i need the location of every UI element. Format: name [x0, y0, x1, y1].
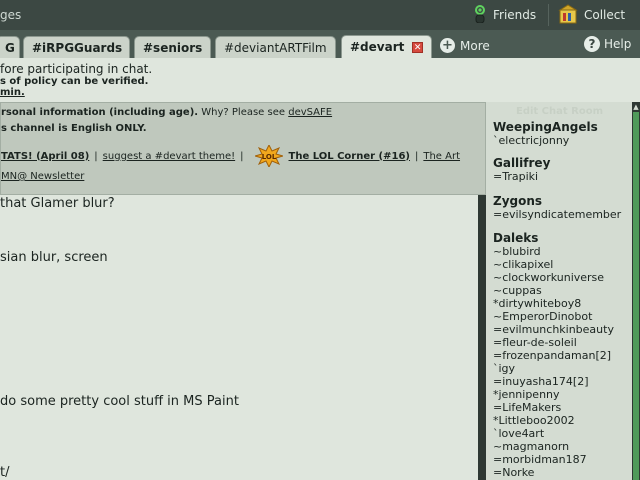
- help-icon: ?: [584, 36, 600, 52]
- lol-corner-link[interactable]: The LOL Corner (#16): [289, 151, 410, 162]
- user-group-title: Zygons: [493, 194, 543, 208]
- tab-label: #deviantARTFilm: [224, 40, 327, 55]
- user-list-item[interactable]: =Norke: [493, 466, 534, 479]
- tab-label: #devart: [350, 40, 405, 54]
- stats-link[interactable]: TATS! (April 08): [1, 151, 89, 162]
- user-list-item[interactable]: =morbidman187: [493, 453, 587, 466]
- tab-label: #iRPGGuards: [32, 40, 123, 55]
- notice-line-2: s of policy can be verified.: [0, 76, 149, 87]
- tab-g[interactable]: G: [0, 36, 20, 58]
- notice-line-1: fore participating in chat.: [0, 62, 153, 76]
- topic-line-2: s channel is English ONLY.: [1, 123, 147, 134]
- user-list-item[interactable]: ~cuppas: [493, 284, 542, 297]
- friends-button[interactable]: Friends: [473, 0, 536, 30]
- friends-icon: [473, 4, 487, 26]
- topic-line-4: MN@ Newsletter: [1, 171, 84, 182]
- top-bar: ges Friends Collect: [0, 0, 640, 30]
- more-label: More: [460, 38, 490, 53]
- chat-message: t/: [0, 465, 10, 480]
- notice-link[interactable]: min.: [0, 87, 25, 98]
- tab-irpgguards[interactable]: #iRPGGuards: [23, 36, 130, 58]
- channel-notice: fore participating in chat. s of policy …: [0, 58, 640, 102]
- chat-message: do some pretty cool stuff in MS Paint: [0, 394, 239, 409]
- chat-message: that Glamer blur?: [0, 196, 115, 211]
- channel-tab-bar: G #iRPGGuards #seniors #deviantARTFilm #…: [0, 30, 640, 58]
- tab-deviantartfilm[interactable]: #deviantARTFilm: [215, 36, 336, 58]
- tab-devart[interactable]: #devart ✕: [341, 35, 432, 58]
- topic-bold-text: rsonal information (including age).: [1, 107, 199, 118]
- user-list-item[interactable]: `electricjonny: [493, 134, 569, 147]
- help-label: Help: [604, 37, 632, 51]
- user-list-item[interactable]: =LifeMakers: [493, 401, 561, 414]
- scroll-up-icon[interactable]: ▲: [633, 103, 639, 111]
- user-list-item[interactable]: ~clikapixel: [493, 258, 553, 271]
- tab-label: G: [5, 40, 15, 55]
- plus-icon: +: [440, 38, 455, 53]
- topbar-divider: [548, 4, 549, 26]
- scrollbar-thumb[interactable]: [633, 112, 639, 480]
- top-left-label: ges: [0, 8, 22, 22]
- user-list-item[interactable]: ~EmperorDinobot: [493, 310, 592, 323]
- chat-scrollbar[interactable]: [478, 195, 486, 480]
- user-list-item[interactable]: *Littleboo2002: [493, 414, 575, 427]
- tab-label: #seniors: [143, 40, 203, 55]
- collect-button[interactable]: Collect: [558, 0, 625, 30]
- chat-log: that Glamer blur? sian blur, screen do s…: [0, 195, 478, 480]
- user-list-item[interactable]: =inuyasha174[2]: [493, 375, 589, 388]
- user-list-item[interactable]: ~clockworkuniverse: [493, 271, 604, 284]
- user-list-item[interactable]: =Trapiki: [493, 170, 538, 183]
- tab-seniors[interactable]: #seniors: [134, 36, 211, 58]
- pipe-separator: |: [94, 150, 98, 162]
- user-list: WeepingAngels `electricjonny Gallifrey =…: [486, 114, 632, 480]
- collect-label: Collect: [584, 8, 626, 22]
- friends-label: Friends: [493, 8, 537, 22]
- user-list-item[interactable]: =frozenpandaman[2]: [493, 349, 611, 362]
- user-list-item[interactable]: =evilmunchkinbeauty: [493, 323, 614, 336]
- devsafe-link[interactable]: devSAFE: [288, 107, 332, 118]
- user-list-item[interactable]: =fleur-de-soleil: [493, 336, 577, 349]
- lol-burst-icon: LOL: [252, 143, 285, 169]
- user-group-title: Daleks: [493, 231, 539, 245]
- close-tab-icon[interactable]: ✕: [412, 41, 423, 53]
- user-list-item[interactable]: `igy: [493, 362, 515, 375]
- topic-line-1: rsonal information (including age). Why?…: [1, 107, 332, 118]
- user-list-item[interactable]: *dirtywhiteboy8: [493, 297, 581, 310]
- user-list-item[interactable]: ~magmanorn: [493, 440, 569, 453]
- topic-line-3: TATS! (April 08) | suggest a #devart the…: [1, 143, 460, 169]
- more-tabs-button[interactable]: + More: [440, 38, 490, 53]
- the-art-link[interactable]: The Art: [423, 151, 460, 162]
- svg-text:LOL: LOL: [261, 153, 276, 161]
- chat-message: sian blur, screen: [0, 250, 108, 265]
- suggest-theme-link[interactable]: suggest a #devart theme!: [103, 151, 235, 162]
- user-list-item[interactable]: *jennipenny: [493, 388, 560, 401]
- channel-topic: rsonal information (including age). Why?…: [0, 102, 486, 195]
- user-list-item[interactable]: `love4art: [493, 427, 544, 440]
- collect-icon: [558, 3, 578, 27]
- newsletter-link[interactable]: MN@ Newsletter: [1, 171, 84, 182]
- user-list-item[interactable]: ~blubird: [493, 245, 541, 258]
- help-button[interactable]: ? Help: [584, 36, 631, 52]
- user-list-item[interactable]: =evilsyndicatemember: [493, 208, 621, 221]
- user-group-title: WeepingAngels: [493, 120, 598, 134]
- user-group-title: Gallifrey: [493, 156, 551, 170]
- pipe-separator: |: [414, 150, 419, 162]
- pipe-separator: |: [240, 150, 244, 162]
- user-list-scrollbar[interactable]: ▲: [632, 102, 640, 480]
- topic-text: Why? Please see: [198, 107, 289, 118]
